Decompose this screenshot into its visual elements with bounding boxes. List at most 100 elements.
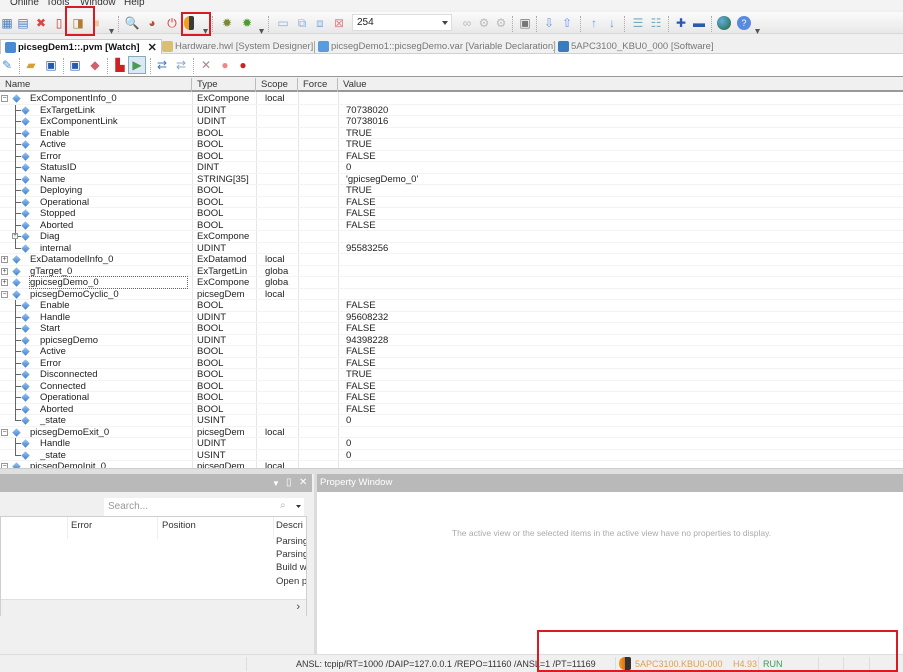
build-icon[interactable]: ▤ — [16, 16, 30, 30]
close-panel-icon[interactable]: ✕ — [299, 477, 307, 488]
column-header-type[interactable]: Type — [192, 78, 256, 92]
collapse-icon[interactable]: − — [1, 95, 8, 102]
window-arrow-icon[interactable]: ⧉ — [295, 16, 309, 30]
expand-icon[interactable]: + — [1, 279, 8, 286]
record-green-icon[interactable]: ● — [236, 58, 250, 72]
table-row[interactable]: Handle UDINT 95608232 — [0, 311, 903, 324]
column-header-force[interactable]: Force — [298, 78, 338, 92]
variable-value[interactable]: FALSE — [346, 300, 546, 311]
close-icon[interactable]: ✕ — [148, 41, 157, 54]
sort-down-icon[interactable]: ⇩ — [542, 16, 556, 30]
window-icon[interactable]: ▭ — [276, 16, 290, 30]
message-row[interactable]: Parsing — [276, 536, 306, 547]
table-row[interactable]: Enable BOOL FALSE — [0, 300, 903, 312]
arrow-down-icon[interactable]: ↓ — [605, 16, 619, 30]
new-doc-icon[interactable]: ▯ — [52, 16, 66, 30]
table-row[interactable]: Active BOOL FALSE — [0, 346, 903, 358]
link-icon[interactable]: ∞ — [460, 16, 474, 30]
station-combo[interactable]: 254 — [352, 14, 452, 31]
table-row[interactable]: Connected BOOL FALSE — [0, 380, 903, 393]
chevron-down-icon[interactable] — [442, 21, 448, 25]
tab-variable-declaration[interactable]: picsegDemo1::picsegDemo.var [Variable De… — [318, 39, 556, 54]
search-icon[interactable]: ⌕ — [280, 500, 286, 511]
table-row[interactable]: − ExComponentInfo_0 ExCompone local — [0, 93, 903, 105]
column-header-name[interactable]: Name — [0, 78, 192, 92]
table-row[interactable]: Aborted BOOL FALSE — [0, 403, 903, 416]
table-row[interactable]: Aborted BOOL FALSE — [0, 219, 903, 232]
pin-icon[interactable]: ▯ — [286, 477, 292, 488]
column-header-description[interactable]: Descri — [276, 520, 306, 531]
panel-menu-icon[interactable]: ▼ — [272, 479, 280, 488]
variable-value[interactable]: TRUE — [346, 369, 546, 380]
table-row[interactable]: Operational BOOL FALSE — [0, 196, 903, 209]
variable-value[interactable]: 70738020 — [346, 105, 546, 116]
horizontal-scrollbar[interactable]: › — [1, 599, 306, 616]
variable-value[interactable]: 'gpicsegDemo_0' — [346, 174, 546, 185]
variable-value[interactable]: FALSE — [346, 220, 546, 231]
table-row[interactable]: Deploying BOOL TRUE — [0, 185, 903, 197]
variable-value[interactable]: 0 — [346, 415, 546, 426]
table-row[interactable]: − picsegDemoExit_0 picsegDem local — [0, 427, 903, 438]
table-row[interactable]: _state USINT 0 — [0, 449, 903, 461]
refresh2-icon[interactable]: ⇄ — [174, 58, 188, 72]
table-row[interactable]: _state USINT 0 — [0, 415, 903, 427]
save-as-icon[interactable]: ▣ — [68, 58, 82, 72]
list-icon[interactable]: ☰ — [631, 16, 645, 30]
refresh-icon[interactable]: ⇄ — [155, 58, 169, 72]
open-icon[interactable]: ▦ — [0, 16, 14, 30]
variable-value[interactable]: 0 — [346, 450, 546, 461]
table-row[interactable]: − picsegDemoInit_0 picsegDem local — [0, 461, 903, 468]
collapse-icon[interactable]: − — [1, 290, 8, 298]
column-header-error[interactable]: Error — [71, 520, 92, 531]
table-row[interactable]: + ExDatamodelInfo_0 ExDatamod local — [0, 254, 903, 266]
search-dropdown-icon[interactable] — [296, 505, 301, 508]
table-row[interactable]: − picsegDemoCyclic_0 picsegDem local — [0, 289, 903, 300]
variable-value[interactable]: FALSE — [346, 404, 546, 415]
variable-value[interactable]: 95583256 — [346, 243, 546, 254]
save-icon[interactable]: ▣ — [44, 58, 58, 72]
table-row[interactable]: + gpicsegDemo_0 ExCompone globa — [0, 276, 903, 289]
transfer-icon[interactable]: ◕ — [145, 16, 159, 30]
collapse-icon[interactable]: − — [1, 428, 8, 436]
link2-icon[interactable]: ⚙ — [477, 16, 491, 30]
column-header-position[interactable]: Position — [162, 520, 196, 531]
search-input[interactable]: Search... ⌕ — [104, 498, 304, 516]
menu-online[interactable]: Online — [10, 0, 39, 8]
table-row[interactable]: Handle UDINT 0 — [0, 438, 903, 450]
table-row[interactable]: Operational BOOL FALSE — [0, 392, 903, 404]
arrow-up-icon[interactable]: ↑ — [587, 16, 601, 30]
sort-up-icon[interactable]: ⇧ — [560, 16, 574, 30]
pencil-icon[interactable]: ✎ — [0, 58, 14, 72]
table-row[interactable]: Enable BOOL TRUE — [0, 127, 903, 140]
variable-value[interactable]: FALSE — [346, 151, 546, 162]
tab-watch[interactable]: picsegDem1::.pvm [Watch] ✕ — [0, 39, 162, 54]
table-row[interactable]: ppicsegDemo UDINT 94398228 — [0, 334, 903, 347]
table-row[interactable]: Active BOOL TRUE — [0, 139, 903, 151]
window-link-icon[interactable]: ⧈ — [313, 16, 327, 30]
help-icon[interactable]: ? — [737, 16, 751, 30]
message-row[interactable]: Open p — [276, 576, 306, 587]
variable-value[interactable]: 0 — [346, 162, 546, 173]
variable-value[interactable]: FALSE — [346, 381, 546, 392]
minus-icon[interactable]: ▬ — [692, 16, 706, 30]
tab-hardware[interactable]: Hardware.hwl [System Designer] — [162, 39, 313, 54]
list-user-icon[interactable]: ☷ — [649, 16, 663, 30]
table-row[interactable]: Error BOOL FALSE — [0, 357, 903, 370]
globe-icon[interactable] — [717, 16, 731, 30]
variable-value[interactable]: 94398228 — [346, 335, 546, 346]
variable-value[interactable]: FALSE — [346, 323, 546, 334]
window-close-icon[interactable]: ⊠ — [332, 16, 346, 30]
variable-value[interactable]: 70738016 — [346, 116, 546, 127]
debug-icon[interactable]: ✹ — [220, 16, 234, 30]
table-row[interactable]: ExTargetLink UDINT 70738020 — [0, 104, 903, 117]
table-row[interactable]: Stopped BOOL FALSE — [0, 208, 903, 220]
variable-value[interactable]: 0 — [346, 438, 546, 449]
debug-run-icon[interactable]: ✹ — [240, 16, 254, 30]
message-row[interactable]: Parsing — [276, 549, 306, 560]
record-icon[interactable]: ● — [218, 58, 232, 72]
clear-icon[interactable]: ◆ — [88, 58, 102, 72]
menu-help[interactable]: Help — [124, 0, 145, 8]
table-row[interactable]: Start BOOL FALSE — [0, 323, 903, 335]
table-row[interactable]: Disconnected BOOL TRUE — [0, 369, 903, 381]
screen-icon[interactable]: ▣ — [518, 16, 532, 30]
